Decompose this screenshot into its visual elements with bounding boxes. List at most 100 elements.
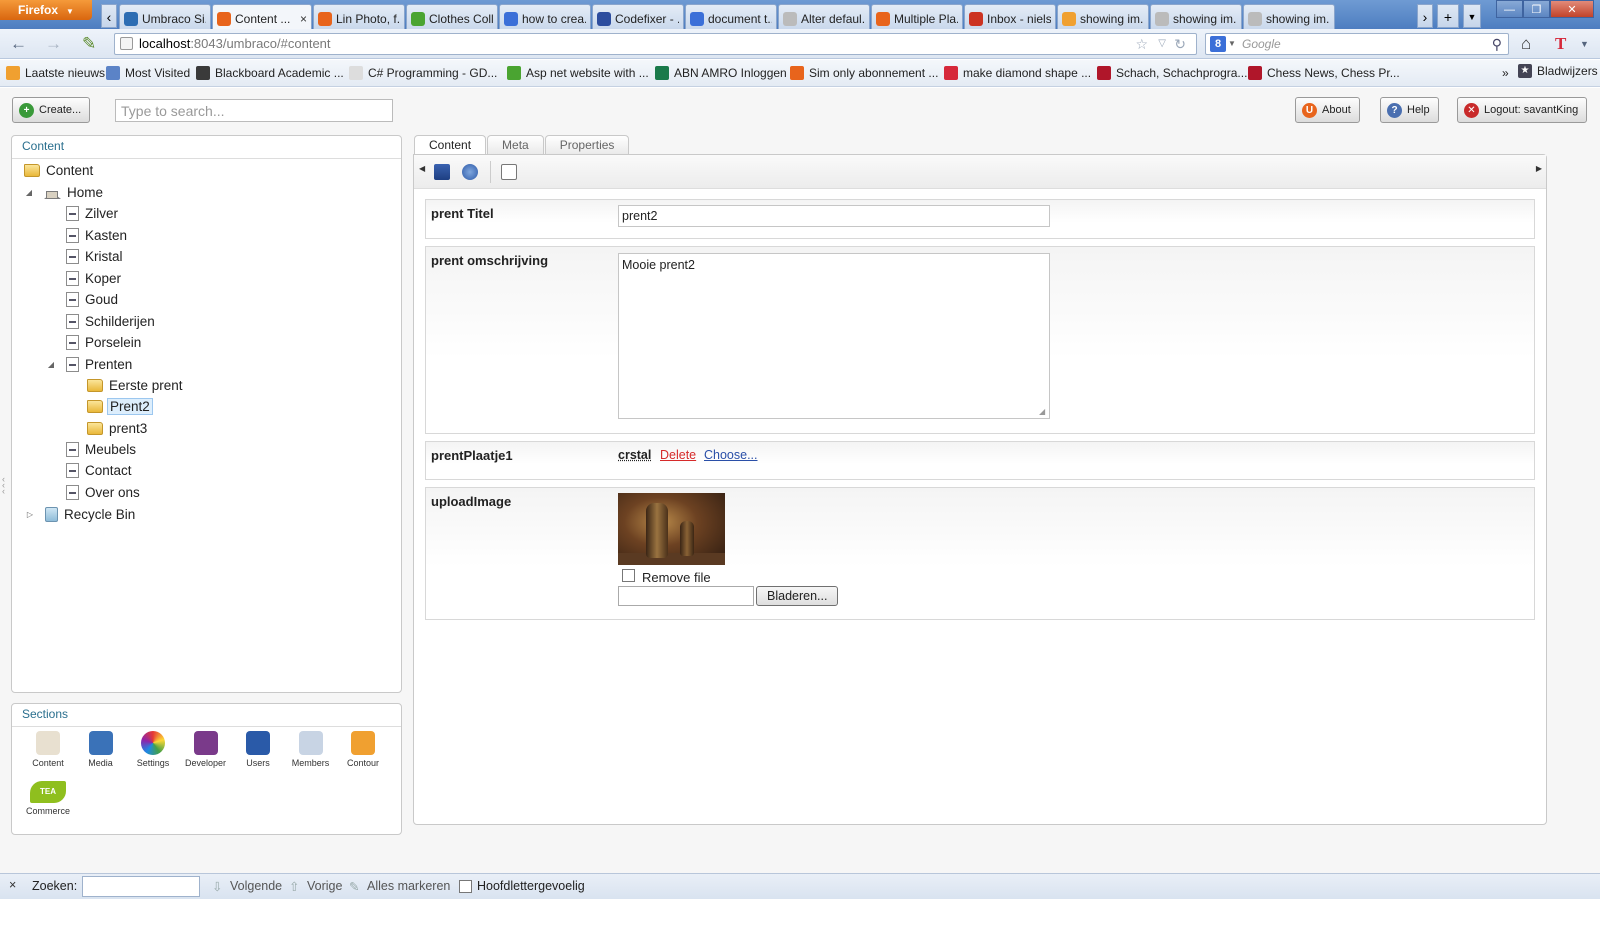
bookmark-item[interactable]: Asp net website with ... [507,66,649,80]
browser-tab[interactable]: Content ... × [212,4,312,29]
tree-node[interactable]: ◢ Prenten [48,354,132,374]
remove-file-checkbox[interactable] [622,569,635,582]
highlight-all-button[interactable]: Alles markeren [367,879,450,893]
site-identity-icon[interactable] [120,37,133,50]
prent-titel-input[interactable] [618,205,1050,227]
bookmark-star-icon[interactable]: ☆ [1135,34,1148,54]
toolbar-addon-t-icon[interactable]: T [1555,34,1566,54]
tree-node[interactable]: Schilderijen [66,311,155,331]
find-previous-button[interactable]: Vorige [307,879,342,893]
search-input[interactable] [115,99,393,122]
bookmark-item[interactable]: Laatste nieuws [6,66,105,80]
browser-tab[interactable]: Inbox - niels... [964,4,1056,29]
bookmarks-menu-button[interactable]: ★ Bladwijzers [1518,64,1598,78]
toolbar-scroll-right-icon[interactable]: ▶ [1536,164,1542,173]
previous-arrow-icon[interactable]: ⇧ [289,879,299,894]
tab-scroll-left-button[interactable]: ‹ [101,4,117,28]
engine-dropdown-icon[interactable]: ▼ [1228,34,1236,54]
browser-tab[interactable]: Umbraco Si... [119,4,211,29]
restore-icon[interactable]: ❐ [1523,0,1550,18]
browser-tab[interactable]: Clothes Coll... [406,4,498,29]
addon-icon[interactable]: ✎ [82,34,96,54]
tab-scroll-right-button[interactable]: › [1417,4,1433,28]
browser-tab[interactable]: how to crea... [499,4,591,29]
tree-collapse-icon[interactable]: ◢ [46,360,56,369]
tree-node[interactable]: ◢ Home [26,182,103,202]
browser-tab[interactable]: showing im... [1150,4,1242,29]
browse-button[interactable]: Bladeren... [756,586,839,606]
resize-handle-icon[interactable]: ◢ [1039,407,1045,416]
history-dropdown-icon[interactable]: ▽ [1158,34,1166,54]
toolbar-scroll-left-icon[interactable]: ◀ [419,164,425,173]
tree-node[interactable]: prent3 [87,418,147,438]
bookmark-item[interactable]: ABN AMRO Inloggen [655,66,787,80]
google-engine-icon[interactable]: 8 [1210,36,1226,52]
tab-meta[interactable]: Meta [487,135,544,154]
section-content[interactable]: Content [22,731,74,768]
create-button[interactable]: + Create... [12,97,91,123]
tree-node[interactable]: Meubels [66,439,136,459]
browser-tab[interactable]: showing im... [1057,4,1149,29]
browser-tab[interactable]: Codefixer - ... [592,4,684,29]
new-tab-button[interactable]: + [1437,4,1459,28]
tree-node[interactable]: Prent2 [87,397,153,417]
prent-omschrijving-textarea[interactable]: Mooie prent2 [618,253,1050,419]
addon-dropdown-icon[interactable]: ▼ [1580,39,1589,49]
section-developer[interactable]: Developer [180,731,232,768]
forward-arrow-icon[interactable]: → [45,34,62,54]
tree-node[interactable]: ▷ Recycle Bin [27,504,135,524]
tree-node[interactable]: Kasten [66,225,127,245]
bookmarks-overflow-button[interactable]: » [1502,66,1509,80]
uploaded-image-thumbnail[interactable] [618,493,725,565]
tree-node[interactable]: Kristal [66,246,123,266]
back-arrow-icon[interactable]: ← [10,34,27,54]
section-media[interactable]: Media [75,731,127,768]
web-search-box[interactable]: 8 ▼ Google ⚲ [1205,33,1509,55]
tab-content[interactable]: Content [414,135,487,154]
bookmark-item[interactable]: Sim only abonnement ... [790,66,938,80]
section-settings[interactable]: Settings [127,731,179,768]
next-arrow-icon[interactable]: ⇩ [212,879,222,894]
tree-node[interactable]: Zilver [66,203,118,223]
about-button[interactable]: U About [1295,97,1360,123]
tree-expand-icon[interactable]: ▷ [25,510,35,519]
section-contour[interactable]: Contour [337,731,389,768]
delete-media-link[interactable]: Delete [660,448,696,462]
home-icon[interactable]: ⌂ [1521,34,1531,54]
tree-node[interactable]: Koper [66,268,121,288]
highlight-pen-icon[interactable]: ✎ [349,879,359,894]
choose-media-link[interactable]: Choose... [704,448,758,462]
section-members[interactable]: Members [285,731,337,768]
tree-node[interactable]: Contact [66,461,132,481]
tree-node[interactable]: Eerste prent [87,375,183,395]
match-case-checkbox[interactable] [459,880,472,893]
browser-tab[interactable]: showing im... [1243,4,1335,29]
reload-icon[interactable]: ↻ [1174,34,1186,54]
browser-tab[interactable]: Alter defaul... [778,4,870,29]
address-bar[interactable]: localhost:8043/umbraco/#content ☆ ▽ ↻ [114,33,1197,55]
bookmark-item[interactable]: Most Visited [106,66,190,80]
close-find-bar-icon[interactable]: × [9,878,16,892]
splitter-grip-icon[interactable]: ‹ ‹ ‹ [2,475,5,496]
bookmark-item[interactable]: Schach, Schachprogra... [1097,66,1247,80]
tree-collapse-icon[interactable]: ◢ [24,188,34,197]
find-next-button[interactable]: Volgende [230,879,282,893]
browser-tab[interactable]: document t... [685,4,777,29]
tree-node[interactable]: Porselein [66,332,141,352]
bookmark-item[interactable]: Blackboard Academic ... [196,66,344,80]
preview-icon[interactable] [501,164,517,180]
find-input[interactable] [82,876,200,897]
bookmark-item[interactable]: C# Programming - GD... [349,66,497,80]
tree-node[interactable]: Goud [66,289,118,309]
browser-tab[interactable]: Multiple Pla... [871,4,963,29]
bookmark-item[interactable]: Chess News, Chess Pr... [1248,66,1400,80]
tree-node[interactable]: Over ons [66,482,140,502]
browser-tab[interactable]: Lin Photo, f... [313,4,405,29]
minimize-icon[interactable]: — [1496,0,1523,18]
tab-close-icon[interactable]: × [300,12,307,26]
save-icon[interactable] [434,164,450,180]
firefox-menu-button[interactable]: Firefox ▼ [0,0,92,20]
file-path-input[interactable] [618,586,754,606]
logout-button[interactable]: ✕ Logout: savantKing [1457,97,1588,123]
section-commerce[interactable]: TEA Commerce [22,781,74,816]
